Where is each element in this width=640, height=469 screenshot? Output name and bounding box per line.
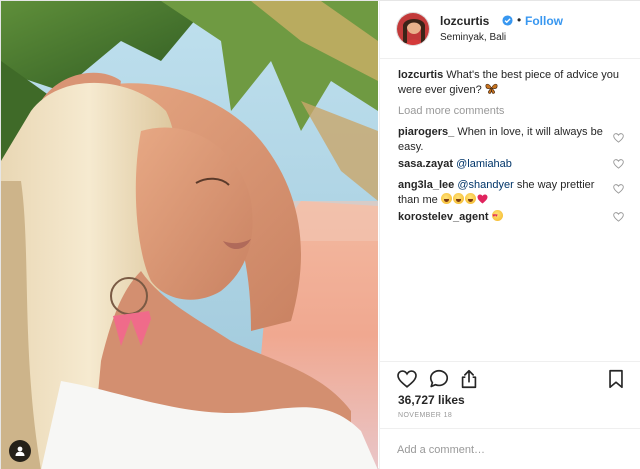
- red-heart-emoji-icon: [477, 194, 488, 204]
- comment-username[interactable]: ang3la_lee: [398, 179, 454, 191]
- follow-button[interactable]: Follow: [525, 14, 563, 28]
- comment-like-icon[interactable]: [613, 133, 624, 143]
- add-comment-input[interactable]: [397, 441, 622, 459]
- action-bar: [380, 361, 640, 391]
- verified-badge-icon: [502, 15, 513, 26]
- location-link[interactable]: Seminyak, Bali: [440, 32, 506, 43]
- comment-like-icon[interactable]: [613, 159, 624, 169]
- add-comment-section: [380, 428, 640, 469]
- heart-eyes-emoji-icon: [491, 209, 503, 224]
- instagram-post: lozcurtis • Follow Seminyak, Bali lozcur…: [0, 0, 640, 469]
- caption-username[interactable]: lozcurtis: [398, 69, 443, 81]
- laughing-crying-emoji-icon: [440, 193, 452, 204]
- post-date[interactable]: NOVEMBER 18: [398, 412, 452, 419]
- author-username[interactable]: lozcurtis: [440, 14, 489, 28]
- comment-mention[interactable]: @shandyer: [457, 179, 513, 191]
- user-tag-icon: [15, 446, 25, 456]
- comment-item: ang3la_lee @shandyer she way prettier th…: [398, 178, 603, 208]
- comment-icon[interactable]: [428, 368, 450, 390]
- heart-icon[interactable]: [396, 368, 418, 390]
- post-caption: lozcurtis What's the best piece of advic…: [398, 68, 628, 98]
- butterfly-emoji-icon: [485, 83, 498, 94]
- share-icon[interactable]: [458, 368, 480, 390]
- comment-username[interactable]: sasa.zayat: [398, 158, 453, 170]
- laughing-crying-emoji-icon: [452, 193, 464, 204]
- post-panel: lozcurtis • Follow Seminyak, Bali lozcur…: [379, 1, 640, 469]
- comment-like-icon[interactable]: [613, 212, 624, 222]
- post-photo-image: [1, 1, 378, 469]
- user-tag-button[interactable]: [9, 440, 31, 462]
- avatar[interactable]: [396, 12, 430, 46]
- comment-like-icon[interactable]: [613, 184, 624, 194]
- avatar-image: [397, 13, 429, 45]
- post-photo[interactable]: [1, 1, 378, 469]
- comment-item: korostelev_agent: [398, 209, 603, 225]
- bookmark-icon[interactable]: [605, 368, 627, 390]
- likes-count[interactable]: 36,727 likes: [398, 393, 465, 407]
- comment-username[interactable]: piarogers_: [398, 126, 454, 138]
- comment-mention[interactable]: @lamiahab: [456, 158, 512, 170]
- comment-username[interactable]: korostelev_agent: [398, 211, 488, 223]
- separator-dot: •: [517, 13, 522, 27]
- comment-item: sasa.zayat @lamiahab: [398, 157, 603, 172]
- load-more-comments-button[interactable]: Load more comments: [398, 105, 504, 117]
- comment-item: piarogers_ When in love, it will always …: [398, 125, 603, 155]
- laughing-crying-emoji-icon: [464, 193, 476, 204]
- post-header: lozcurtis • Follow Seminyak, Bali: [380, 1, 640, 59]
